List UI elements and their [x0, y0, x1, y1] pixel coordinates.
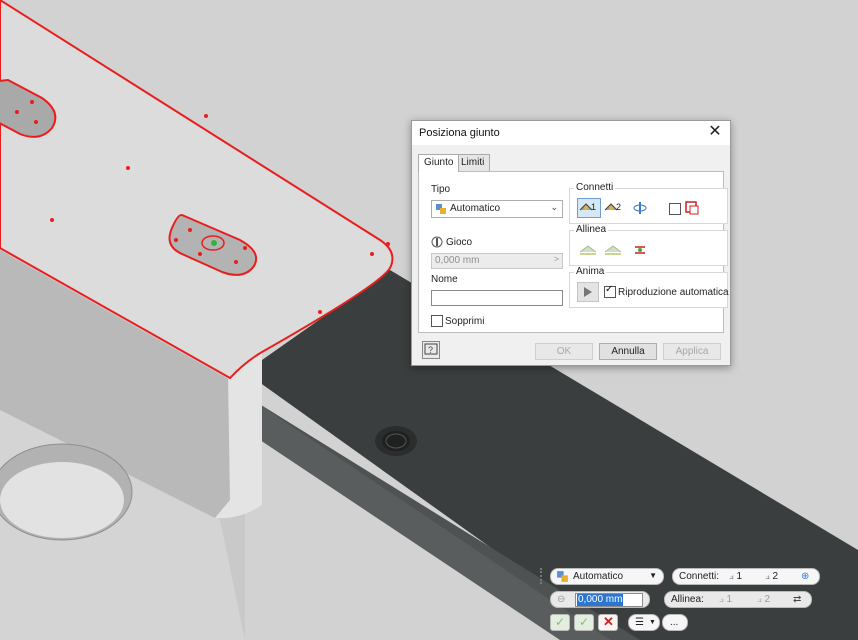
- help-icon: ?: [424, 343, 438, 355]
- mini-align-1-button[interactable]: ⟓ 1: [719, 594, 732, 605]
- tipo-dropdown[interactable]: Automatico ⌄: [431, 200, 563, 218]
- threaded-hole-icon: [375, 426, 417, 456]
- tab-panel: Tipo Automatico ⌄ Gioco 0,000 mm > Nome …: [418, 171, 729, 333]
- lock-origin-button[interactable]: [682, 198, 704, 218]
- mini-connect-2-number: 2: [772, 571, 779, 582]
- joint-origin-point[interactable]: [211, 240, 217, 246]
- lock-checkbox[interactable]: [669, 203, 681, 215]
- more-label: ...: [670, 617, 679, 628]
- check-icon: ✓: [555, 615, 566, 629]
- anima-group: Anima Riproduzione automatica: [569, 266, 729, 308]
- riproduzione-checkbox[interactable]: [604, 284, 616, 298]
- flip-icon: [633, 202, 647, 214]
- align-1-icon: [579, 245, 597, 255]
- mini-invert-icon[interactable]: ⇄: [793, 594, 801, 605]
- allinea-group: Allinea: [569, 224, 728, 266]
- mini-cancel-button[interactable]: ✕: [598, 614, 618, 631]
- align-2-icon: [604, 245, 622, 255]
- mini-allinea-group: Allinea: ⟓ 1 ⟓ 2 ⇄: [664, 591, 812, 608]
- allinea-label: Allinea: [574, 224, 609, 235]
- mini-connect-1-number: 1: [736, 571, 743, 582]
- mini-options-dropdown[interactable]: ☰ ▼: [628, 614, 660, 631]
- help-button[interactable]: ?: [422, 341, 440, 359]
- mini-more-button[interactable]: ...: [662, 614, 688, 631]
- automatic-joint-icon: [557, 571, 568, 582]
- connect-point-icon: ⟓: [729, 571, 734, 582]
- nome-label: Nome: [431, 274, 458, 285]
- automatic-joint-icon: [436, 204, 446, 214]
- options-list-icon: ☰: [635, 617, 644, 628]
- gap-icon: ⊖: [557, 594, 566, 605]
- ok-button[interactable]: OK: [535, 343, 593, 360]
- mini-connetti-label: Connetti:: [679, 571, 720, 582]
- mini-gioco-input[interactable]: 0,000 mm: [575, 593, 643, 607]
- invert-alignment-button[interactable]: [630, 240, 652, 260]
- invert-alignment-icon: [635, 246, 645, 254]
- applica-button[interactable]: Applica: [663, 343, 721, 360]
- mini-connect-2-button[interactable]: ⟓ 2: [765, 571, 778, 582]
- align-1-button[interactable]: [577, 240, 601, 260]
- connect-2-number: 2: [616, 202, 622, 212]
- anima-label: Anima: [574, 266, 607, 277]
- gap-icon: [431, 236, 443, 248]
- tipo-value: Automatico: [450, 203, 501, 214]
- mini-gioco-value: 0,000 mm: [577, 594, 624, 606]
- mini-align-1-number: 1: [726, 594, 733, 605]
- dropdown-arrow-icon: ▼: [649, 619, 656, 626]
- play-icon: [584, 287, 592, 297]
- gioco-label: Gioco: [446, 237, 473, 248]
- mini-connetti-group: Connetti: ⟓ 1 ⟓ 2 ⊕: [672, 568, 820, 585]
- riproduzione-label: Riproduzione automatica: [618, 287, 729, 298]
- gioco-input: 0,000 mm >: [431, 253, 563, 269]
- mini-toolbar-grip[interactable]: [540, 568, 548, 584]
- connect-1-number: 1: [591, 202, 597, 212]
- dialog-titlebar[interactable]: Posiziona giunto ✕: [412, 121, 730, 145]
- tab-limiti[interactable]: Limiti: [455, 154, 491, 171]
- mini-align-2-button[interactable]: ⟓ 2: [757, 594, 770, 605]
- svg-text:?: ?: [428, 345, 433, 355]
- mini-flip-icon[interactable]: ⊕: [801, 571, 809, 582]
- connetti-group: Connetti 1 2: [569, 182, 728, 224]
- mini-tipo-value: Automatico: [573, 571, 624, 582]
- connect-origin-1-button[interactable]: 1: [577, 198, 601, 218]
- connect-origin-2-button[interactable]: 2: [602, 198, 626, 218]
- tab-giunto[interactable]: Giunto: [418, 154, 460, 172]
- play-animation-button[interactable]: [577, 282, 599, 302]
- chevron-down-icon: ⌄: [550, 202, 558, 212]
- nome-input[interactable]: [431, 290, 563, 306]
- flip-component-button[interactable]: [630, 198, 652, 218]
- connetti-label: Connetti: [574, 182, 616, 193]
- sopprimi-checkbox[interactable]: [431, 315, 443, 327]
- dialog-title: Posiziona giunto: [419, 127, 500, 139]
- check-plus-icon: ✓: [579, 615, 590, 629]
- mini-connect-1-button[interactable]: ⟓ 1: [729, 571, 742, 582]
- sopprimi-label: Sopprimi: [445, 316, 485, 327]
- chevron-right-icon: >: [553, 254, 559, 264]
- lock-origin-icon: [685, 201, 699, 215]
- close-icon[interactable]: ✕: [706, 123, 724, 141]
- annulla-button[interactable]: Annulla: [599, 343, 657, 360]
- gioco-value: 0,000 mm: [435, 255, 480, 266]
- mini-allinea-label: Allinea:: [671, 594, 704, 605]
- mini-apply-button[interactable]: ✓: [550, 614, 570, 631]
- close-icon: ✕: [603, 614, 614, 629]
- tipo-label: Tipo: [431, 184, 451, 195]
- mini-tipo-dropdown[interactable]: Automatico ▼: [550, 568, 664, 585]
- place-joint-dialog: Posiziona giunto ✕ Giunto Limiti Tipo Au…: [411, 120, 731, 366]
- mini-ok-button[interactable]: ✓: [574, 614, 594, 631]
- connect-point-icon: ⟓: [765, 571, 770, 582]
- mini-align-2-number: 2: [764, 594, 771, 605]
- align-2-button[interactable]: [602, 240, 626, 260]
- dropdown-arrow-icon: ▼: [649, 571, 657, 580]
